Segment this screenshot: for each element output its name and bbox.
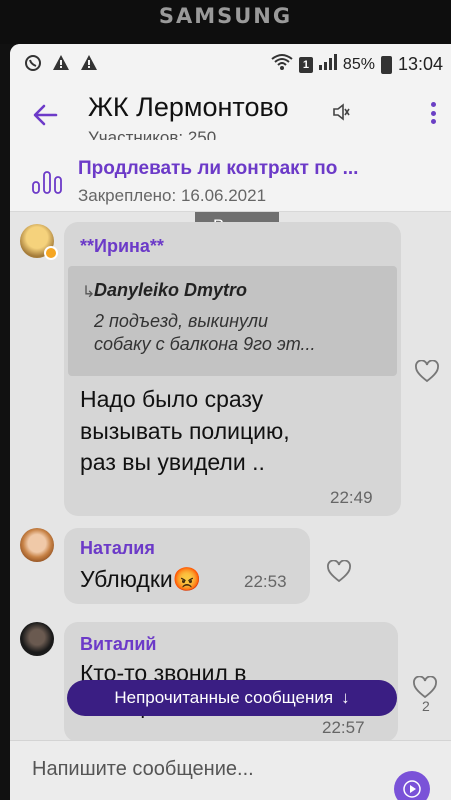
message-time: 22:53 — [244, 572, 287, 591]
device-brand: SAMSUNG — [158, 4, 293, 28]
message-line: раз вы увидели .. — [80, 449, 265, 475]
like-count: 2 — [422, 698, 430, 714]
message-line: Ублюдки — [80, 566, 173, 592]
sender-name[interactable]: Виталий — [80, 634, 156, 655]
battery-percent: 85% — [342, 55, 375, 73]
like-heart-icon[interactable] — [326, 559, 352, 584]
chat-header: ЖК Лермонтово Участников: 250 — [10, 84, 451, 146]
send-icon[interactable] — [394, 771, 430, 800]
message-input[interactable] — [32, 753, 372, 785]
pinned-date: Закреплено: 16.06.2021 — [78, 186, 267, 205]
quote-line: 2 подъезд, выкинули — [94, 311, 268, 331]
chat-title[interactable]: ЖК Лермонтово — [88, 92, 289, 123]
message-bubble[interactable]: **Ирина** ↳ Danyleiko Dmytro 2 подъезд, … — [64, 222, 401, 516]
quote-text: 2 подъезд, выкинули собаку с балкона 9го… — [94, 310, 384, 357]
message-composer — [10, 740, 451, 800]
quote-author: Danyleiko Dmytro — [94, 280, 248, 300]
sender-name[interactable]: **Ирина** — [80, 236, 164, 257]
unread-label: Непрочитанные сообщения — [114, 688, 334, 707]
more-options-icon[interactable] — [421, 98, 445, 128]
participants-count: Участников: 250 — [88, 128, 217, 147]
battery-icon — [380, 55, 392, 74]
quote-line: собаку с балкона 9го эт... — [94, 334, 316, 355]
message-bubble[interactable]: Наталия Ублюдки😡 22:53 — [64, 528, 310, 604]
sim-indicator: 1 — [298, 56, 313, 73]
message-time: 22:49 — [330, 488, 373, 507]
viber-notification-icon — [24, 54, 42, 72]
message-line: Надо было сразу — [80, 386, 264, 412]
status-bar: 1 85% 13:04 — [10, 44, 451, 84]
phone-screen: 1 85% 13:04 ЖК Лермонтово Участников: 25… — [10, 44, 451, 800]
like-heart-icon[interactable] — [414, 359, 440, 384]
status-time: 13:04 — [397, 54, 443, 74]
sender-name[interactable]: Наталия — [80, 538, 155, 559]
pinned-message[interactable]: Продлевать ли контракт по ... Закреплено… — [10, 146, 451, 212]
signal-icon — [318, 54, 337, 75]
message-line: вызывать полицию, — [80, 417, 290, 444]
admin-badge-icon — [44, 246, 58, 260]
wifi-icon — [271, 53, 293, 76]
device-bezel: SAMSUNG — [0, 0, 451, 44]
message-text: Надо было сразу вызывать полицию, раз вы… — [80, 384, 290, 479]
poll-icon — [32, 170, 64, 194]
avatar[interactable] — [20, 622, 54, 656]
back-arrow-icon[interactable] — [32, 102, 58, 128]
warning-icon — [52, 54, 70, 72]
angry-emoji: 😡 — [172, 566, 202, 592]
message-time: 22:57 — [322, 718, 365, 737]
reply-quote[interactable]: ↳ Danyleiko Dmytro 2 подъезд, выкинули с… — [68, 266, 397, 376]
message-text: Ублюдки😡 — [80, 564, 201, 596]
muted-icon — [332, 102, 350, 122]
pinned-title: Продлевать ли контракт по ... — [78, 158, 359, 179]
avatar[interactable] — [20, 528, 54, 562]
like-heart-icon[interactable] — [412, 675, 438, 700]
unread-messages-button[interactable]: Непрочитанные сообщения ↓ — [67, 680, 397, 716]
warning-icon — [80, 54, 98, 72]
arrow-down-icon: ↓ — [341, 688, 350, 707]
